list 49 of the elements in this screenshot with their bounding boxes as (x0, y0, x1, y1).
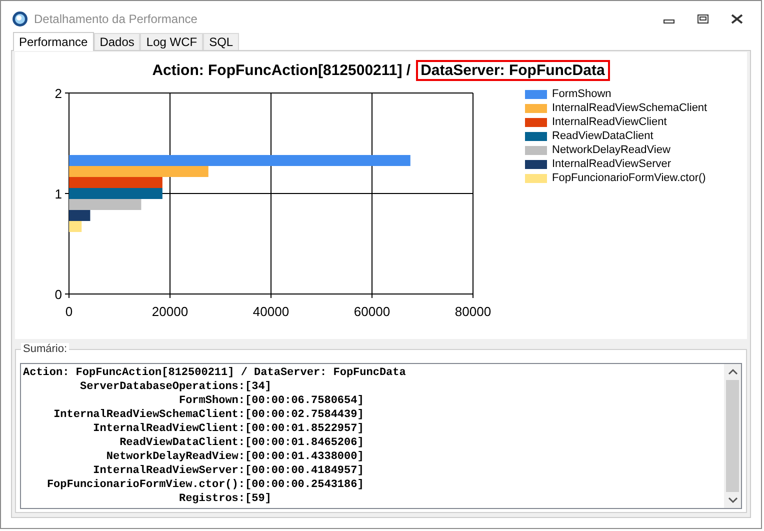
chart-title: Action: FopFuncAction[812500211] / (152, 62, 411, 79)
x-tick-label: 60000 (354, 304, 390, 318)
close-icon[interactable] (731, 14, 743, 24)
highlighted-title: DataServer: FopFuncData (416, 60, 610, 81)
scroll-up-icon[interactable] (728, 368, 738, 376)
group-label: Sumário: (21, 343, 70, 355)
legend-label: NetworkDelayReadView (552, 144, 670, 156)
tab[interactable]: Dados (94, 33, 140, 50)
metric-label: InternalReadViewClient: (92, 422, 245, 436)
legend-label: ReadViewDataClient (552, 130, 654, 142)
metric-value: [00:00:06.7580654] (245, 394, 365, 408)
maximize-icon[interactable] (697, 14, 709, 24)
scroll-down-icon[interactable] (728, 496, 738, 504)
metric-label: ServerDatabaseOperations: (78, 380, 245, 394)
legend-label: FormShown (552, 88, 612, 100)
x-tick-label: 40000 (252, 304, 290, 318)
window-title: Detalhamento da Performance (34, 12, 198, 26)
metric-value: [00:00:02.7584439] (245, 408, 365, 422)
metric-label: InternalReadViewSchemaClient: (52, 408, 245, 422)
metric-label: NetworkDelayReadView: (105, 450, 245, 464)
summary-header: Action: FopFuncAction[812500211] / DataServer: FopFuncData (23, 366, 407, 380)
x-tick-label: 0 (65, 304, 73, 318)
metric-label: ReadViewDataClient: (118, 436, 245, 450)
tab[interactable]: SQL (203, 33, 240, 50)
metric-value: [00:00:00.2543186] (245, 478, 365, 492)
metric-value: [00:00:01.8522957] (245, 422, 365, 436)
x-tick-label: 20000 (152, 304, 188, 318)
metric-label: InternalReadViewServer: (92, 464, 245, 478)
legend-label: InternalReadViewSchemaClient (552, 102, 708, 114)
legend-label: InternalReadViewClient (552, 116, 667, 128)
scrollbar[interactable] (724, 364, 741, 508)
metric-value: [00:00:01.4338000] (245, 450, 365, 464)
y-axis-label: 2 (54, 86, 62, 101)
metric-value: [00:00:00.4184957] (245, 464, 365, 478)
metric-label: FopFuncionarioFormView.ctor(): (46, 478, 245, 492)
tab[interactable]: Log WCF (140, 33, 204, 50)
x-tick-label: 80000 (454, 304, 492, 318)
app-logo-icon (12, 10, 28, 26)
scroll-thumb[interactable] (726, 380, 739, 492)
metric-label: FormShown: (178, 394, 245, 408)
tab[interactable]: Performance (13, 32, 94, 51)
legend-label: FopFuncionarioFormView.ctor() (552, 172, 706, 184)
y-axis-label: 0 (54, 287, 62, 302)
metric-value: [34] (245, 380, 272, 394)
metric-value: [59] (245, 492, 272, 506)
metric-value: [00:00:01.8465206] (245, 436, 365, 450)
legend-label: InternalReadViewServer (552, 158, 672, 170)
metric-label: Registros: (178, 492, 245, 506)
y-axis-label: 1 (54, 186, 62, 202)
